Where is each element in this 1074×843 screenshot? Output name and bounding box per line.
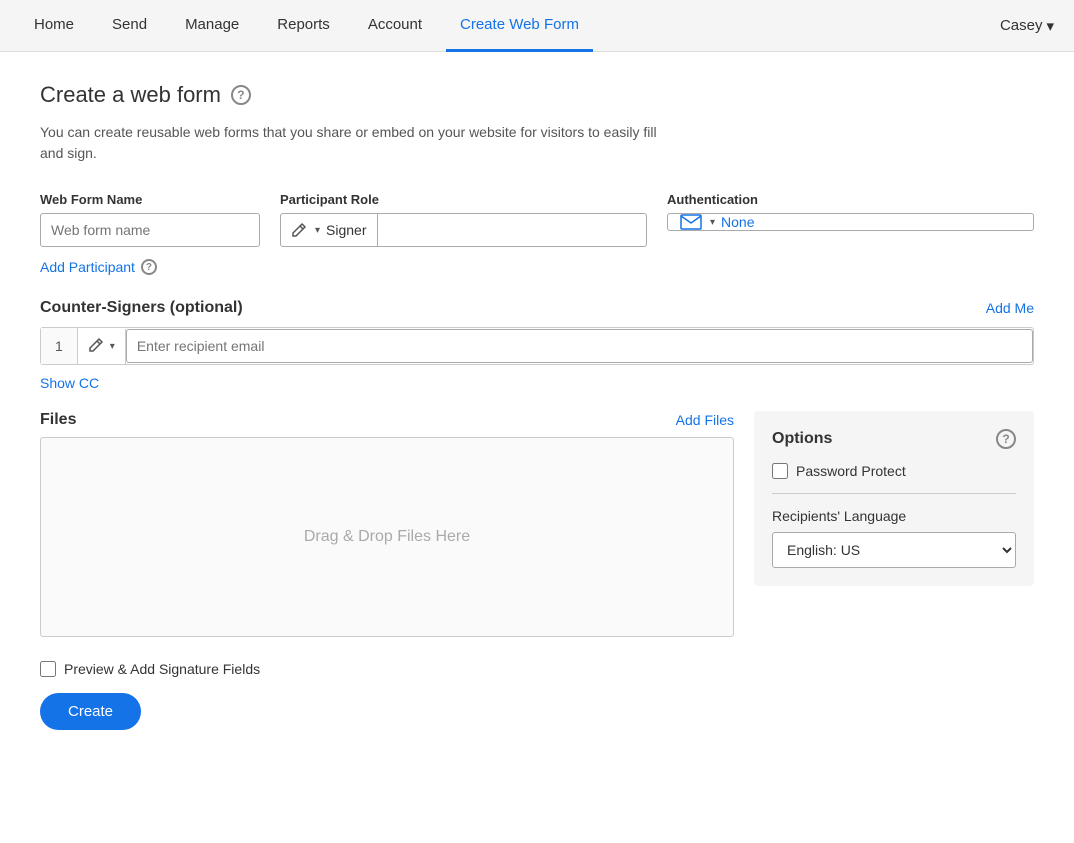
files-section: Files Add Files Drag & Drop Files Here	[40, 411, 734, 637]
nav-item-send[interactable]: Send	[98, 0, 161, 52]
role-chevron: ▾	[315, 225, 320, 236]
preview-row: Preview & Add Signature Fields	[40, 661, 1034, 677]
options-panel: Options ? Password Protect Recipients' L…	[754, 411, 1034, 586]
add-participant-link[interactable]: Add Participant	[40, 259, 135, 275]
web-form-name-label: Web Form Name	[40, 192, 260, 207]
add-me-link[interactable]: Add Me	[986, 300, 1034, 316]
recipients-language-label: Recipients' Language	[772, 508, 1016, 524]
auth-row: ▾ None	[667, 213, 1034, 231]
recipient-email-input[interactable]	[126, 329, 1033, 363]
auth-section[interactable]: ▾ None	[668, 214, 1033, 230]
participant-role-label: Participant Role	[280, 192, 647, 207]
authentication-group: Authentication ▾ None	[667, 192, 1034, 231]
auth-chevron: ▾	[710, 217, 715, 228]
nav-item-account[interactable]: Account	[354, 0, 436, 52]
authentication-label: Authentication	[667, 192, 1034, 207]
web-form-name-input[interactable]	[40, 213, 260, 247]
options-title: Options	[772, 430, 832, 448]
options-help-icon[interactable]: ?	[996, 429, 1016, 449]
role-select[interactable]: ▾ Signer	[281, 214, 378, 246]
create-button[interactable]: Create	[40, 693, 141, 730]
drop-zone-text: Drag & Drop Files Here	[304, 528, 470, 546]
preview-label[interactable]: Preview & Add Signature Fields	[64, 661, 260, 677]
nav-item-home[interactable]: Home	[20, 0, 88, 52]
role-text: Signer	[326, 214, 366, 246]
files-options-row: Files Add Files Drag & Drop Files Here O…	[40, 411, 1034, 637]
nav-item-reports[interactable]: Reports	[263, 0, 344, 52]
pen-icon	[291, 222, 307, 238]
page-description: You can create reusable web forms that y…	[40, 122, 680, 164]
files-title: Files	[40, 411, 76, 429]
show-cc-link[interactable]: Show CC	[40, 375, 99, 391]
participant-row: ▾ Signer	[280, 213, 647, 247]
add-files-link[interactable]: Add Files	[676, 412, 734, 428]
password-protect-label[interactable]: Password Protect	[796, 463, 906, 479]
form-fields-row: Web Form Name Participant Role ▾ Signer	[40, 192, 1034, 247]
bottom-section: Preview & Add Signature Fields Create	[40, 661, 1034, 730]
nav-item-create-web-form[interactable]: Create Web Form	[446, 0, 593, 52]
recipient-number: 1	[41, 328, 78, 364]
drop-zone[interactable]: Drag & Drop Files Here	[40, 437, 734, 637]
preview-checkbox[interactable]	[40, 661, 56, 677]
page-title-row: Create a web form ?	[40, 82, 1034, 108]
recipient-role-chevron: ▾	[110, 341, 115, 352]
email-icon	[680, 214, 702, 230]
password-protect-item: Password Protect	[772, 463, 1016, 479]
nav-user-chevron: ▾	[1046, 17, 1054, 35]
options-divider	[772, 493, 1016, 494]
language-select[interactable]: English: US English: UK French German Sp…	[772, 532, 1016, 568]
page-title: Create a web form	[40, 82, 221, 108]
nav-user-menu[interactable]: Casey ▾	[1000, 17, 1054, 35]
recipient-row: 1 ▾	[40, 327, 1034, 365]
add-participant-help-icon[interactable]: ?	[141, 259, 157, 275]
nav-item-manage[interactable]: Manage	[171, 0, 253, 52]
navbar: Home Send Manage Reports Account Create …	[0, 0, 1074, 52]
nav-user-name: Casey	[1000, 17, 1043, 34]
participant-role-group: Participant Role ▾ Signer	[280, 192, 647, 247]
options-header: Options ?	[772, 429, 1016, 449]
counter-signers-header: Counter-Signers (optional) Add Me	[40, 299, 1034, 317]
recipient-pen-icon	[88, 337, 104, 356]
auth-none-text: None	[721, 214, 754, 230]
counter-signers-title: Counter-Signers (optional)	[40, 299, 243, 317]
recipient-role-select[interactable]: ▾	[78, 329, 126, 364]
password-protect-checkbox[interactable]	[772, 463, 788, 479]
files-header: Files Add Files	[40, 411, 734, 429]
help-icon[interactable]: ?	[231, 85, 251, 105]
main-content: Create a web form ? You can create reusa…	[0, 52, 1074, 760]
add-participant-row: Add Participant ?	[40, 259, 1034, 275]
nav-items: Home Send Manage Reports Account Create …	[20, 0, 1000, 51]
web-form-name-group: Web Form Name	[40, 192, 260, 247]
